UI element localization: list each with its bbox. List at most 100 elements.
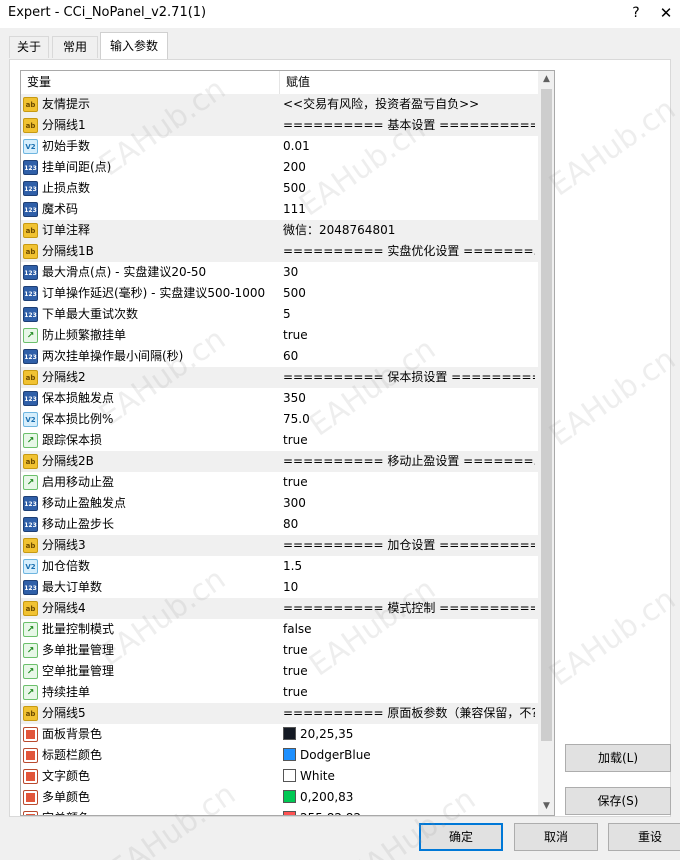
parameter-row[interactable]: ↗ 批量控制模式 false: [21, 619, 538, 640]
parameter-name-cell[interactable]: 123 两次挂单操作最小间隔(秒): [21, 346, 280, 367]
parameter-value-cell[interactable]: DodgerBlue: [283, 745, 535, 766]
parameter-row[interactable]: 123 下单最大重试次数 5: [21, 304, 538, 325]
parameter-value-cell[interactable]: <<交易有风险，投资者盈亏自负>>: [283, 94, 535, 115]
parameter-name-cell[interactable]: ab 分隔线2: [21, 367, 280, 388]
parameter-name-cell[interactable]: ↗ 持续挂单: [21, 682, 280, 703]
parameter-row[interactable]: ab 分隔线1 ========== 基本设置 ==========: [21, 115, 538, 136]
parameter-name-cell[interactable]: 123 魔术码: [21, 199, 280, 220]
reset-button[interactable]: 重设: [608, 823, 680, 851]
parameter-row[interactable]: 面板背景色 20,25,35: [21, 724, 538, 745]
parameter-name-cell[interactable]: ab 订单注释: [21, 220, 280, 241]
parameter-name-cell[interactable]: ↗ 多单批量管理: [21, 640, 280, 661]
cancel-button[interactable]: 取消: [514, 823, 598, 851]
parameter-value-cell[interactable]: White: [283, 766, 535, 787]
parameters-grid[interactable]: 变量 赋值 ab 友情提示 <<交易有风险，投资者盈亏自负>> ab 分隔线1 =====…: [20, 70, 555, 816]
tab-about[interactable]: 关于: [9, 36, 49, 58]
parameter-name-cell[interactable]: 空单颜色: [21, 808, 280, 815]
parameter-value-cell[interactable]: ========== 移动止盈设置 =======...: [283, 451, 535, 472]
parameter-row[interactable]: ab 分隔线2 ========== 保本损设置 ==========: [21, 367, 538, 388]
scroll-down-icon[interactable]: ▼: [538, 798, 554, 815]
parameter-name-cell[interactable]: ab 分隔线5: [21, 703, 280, 724]
header-variable[interactable]: 变量: [21, 71, 280, 94]
parameter-row[interactable]: 123 魔术码 111: [21, 199, 538, 220]
parameter-value-cell[interactable]: true: [283, 682, 535, 703]
parameter-value-cell[interactable]: 60: [283, 346, 535, 367]
parameter-value-cell[interactable]: 300: [283, 493, 535, 514]
vertical-scrollbar[interactable]: ▲ ▼: [538, 71, 554, 815]
parameter-value-cell[interactable]: true: [283, 325, 535, 346]
parameter-name-cell[interactable]: 123 挂单间距(点): [21, 157, 280, 178]
header-value[interactable]: 赋值: [280, 71, 538, 94]
parameter-row[interactable]: 123 最大滑点(点) - 实盘建议20-50 30: [21, 262, 538, 283]
help-button[interactable]: ?: [626, 2, 646, 24]
parameter-name-cell[interactable]: ab 分隔线2B: [21, 451, 280, 472]
parameter-row[interactable]: ab 分隔线3 ========== 加仓设置 ==========: [21, 535, 538, 556]
parameter-value-cell[interactable]: ========== 保本损设置 ==========: [283, 367, 535, 388]
parameter-name-cell[interactable]: 123 止损点数: [21, 178, 280, 199]
parameter-value-cell[interactable]: 5: [283, 304, 535, 325]
parameter-name-cell[interactable]: V2 初始手数: [21, 136, 280, 157]
parameter-row[interactable]: 123 订单操作延迟(毫秒) - 实盘建议500-1000 500: [21, 283, 538, 304]
parameter-name-cell[interactable]: 文字颜色: [21, 766, 280, 787]
parameter-value-cell[interactable]: ========== 原面板参数（兼容保留，不?...: [283, 703, 535, 724]
parameter-value-cell[interactable]: 0,200,83: [283, 787, 535, 808]
tab-common[interactable]: 常用: [52, 36, 98, 58]
parameter-value-cell[interactable]: 微信：2048764801: [283, 220, 535, 241]
parameter-value-cell[interactable]: 20,25,35: [283, 724, 535, 745]
parameter-row[interactable]: 空单颜色 255,82,82: [21, 808, 538, 815]
scroll-thumb[interactable]: [541, 89, 552, 741]
parameter-row[interactable]: ab 分隔线4 ========== 模式控制 ==========: [21, 598, 538, 619]
parameter-row[interactable]: 123 移动止盈步长 80: [21, 514, 538, 535]
parameter-row[interactable]: 123 挂单间距(点) 200: [21, 157, 538, 178]
parameter-name-cell[interactable]: 标题栏颜色: [21, 745, 280, 766]
parameter-value-cell[interactable]: 255,82,82: [283, 808, 535, 815]
parameter-value-cell[interactable]: 1.5: [283, 556, 535, 577]
parameter-name-cell[interactable]: ab 分隔线4: [21, 598, 280, 619]
parameter-name-cell[interactable]: 123 下单最大重试次数: [21, 304, 280, 325]
parameter-value-cell[interactable]: 500: [283, 178, 535, 199]
parameter-name-cell[interactable]: 123 移动止盈步长: [21, 514, 280, 535]
parameter-value-cell[interactable]: 350: [283, 388, 535, 409]
parameter-row[interactable]: V2 加仓倍数 1.5: [21, 556, 538, 577]
parameter-name-cell[interactable]: ab 分隔线3: [21, 535, 280, 556]
parameter-name-cell[interactable]: ab 友情提示: [21, 94, 280, 115]
parameter-row[interactable]: ↗ 防止频繁撤挂单 true: [21, 325, 538, 346]
parameter-row[interactable]: ab 分隔线5 ========== 原面板参数（兼容保留，不?...: [21, 703, 538, 724]
parameter-row[interactable]: 文字颜色 White: [21, 766, 538, 787]
close-button[interactable]: ✕: [656, 2, 676, 24]
parameter-name-cell[interactable]: 面板背景色: [21, 724, 280, 745]
parameter-name-cell[interactable]: 123 最大滑点(点) - 实盘建议20-50: [21, 262, 280, 283]
parameter-row[interactable]: 标题栏颜色 DodgerBlue: [21, 745, 538, 766]
parameter-row[interactable]: ab 分隔线2B ========== 移动止盈设置 =======...: [21, 451, 538, 472]
parameter-value-cell[interactable]: true: [283, 661, 535, 682]
parameter-value-cell[interactable]: true: [283, 640, 535, 661]
parameter-row[interactable]: ab 友情提示 <<交易有风险，投资者盈亏自负>>: [21, 94, 538, 115]
parameter-value-cell[interactable]: true: [283, 430, 535, 451]
parameter-name-cell[interactable]: ↗ 启用移动止盈: [21, 472, 280, 493]
parameter-name-cell[interactable]: ↗ 防止频繁撤挂单: [21, 325, 280, 346]
parameter-row[interactable]: 123 最大订单数 10: [21, 577, 538, 598]
parameter-name-cell[interactable]: ↗ 跟踪保本损: [21, 430, 280, 451]
parameter-value-cell[interactable]: 0.01: [283, 136, 535, 157]
parameter-name-cell[interactable]: 123 最大订单数: [21, 577, 280, 598]
parameter-row[interactable]: V2 保本损比例% 75.0: [21, 409, 538, 430]
parameter-value-cell[interactable]: ========== 加仓设置 ==========: [283, 535, 535, 556]
parameter-value-cell[interactable]: 500: [283, 283, 535, 304]
parameter-value-cell[interactable]: true: [283, 472, 535, 493]
parameter-name-cell[interactable]: V2 保本损比例%: [21, 409, 280, 430]
parameter-value-cell[interactable]: ========== 模式控制 ==========: [283, 598, 535, 619]
parameter-row[interactable]: ↗ 跟踪保本损 true: [21, 430, 538, 451]
parameter-value-cell[interactable]: ========== 基本设置 ==========: [283, 115, 535, 136]
parameter-value-cell[interactable]: 30: [283, 262, 535, 283]
parameter-row[interactable]: ab 分隔线1B ========== 实盘优化设置 =======...: [21, 241, 538, 262]
parameter-value-cell[interactable]: false: [283, 619, 535, 640]
parameter-value-cell[interactable]: 111: [283, 199, 535, 220]
parameter-name-cell[interactable]: 123 保本损触发点: [21, 388, 280, 409]
parameter-row[interactable]: ab 订单注释 微信：2048764801: [21, 220, 538, 241]
parameter-name-cell[interactable]: 123 移动止盈触发点: [21, 493, 280, 514]
parameter-name-cell[interactable]: ↗ 空单批量管理: [21, 661, 280, 682]
ok-button[interactable]: 确定: [419, 823, 503, 851]
parameter-row[interactable]: ↗ 持续挂单 true: [21, 682, 538, 703]
parameter-name-cell[interactable]: 多单颜色: [21, 787, 280, 808]
parameter-value-cell[interactable]: 10: [283, 577, 535, 598]
